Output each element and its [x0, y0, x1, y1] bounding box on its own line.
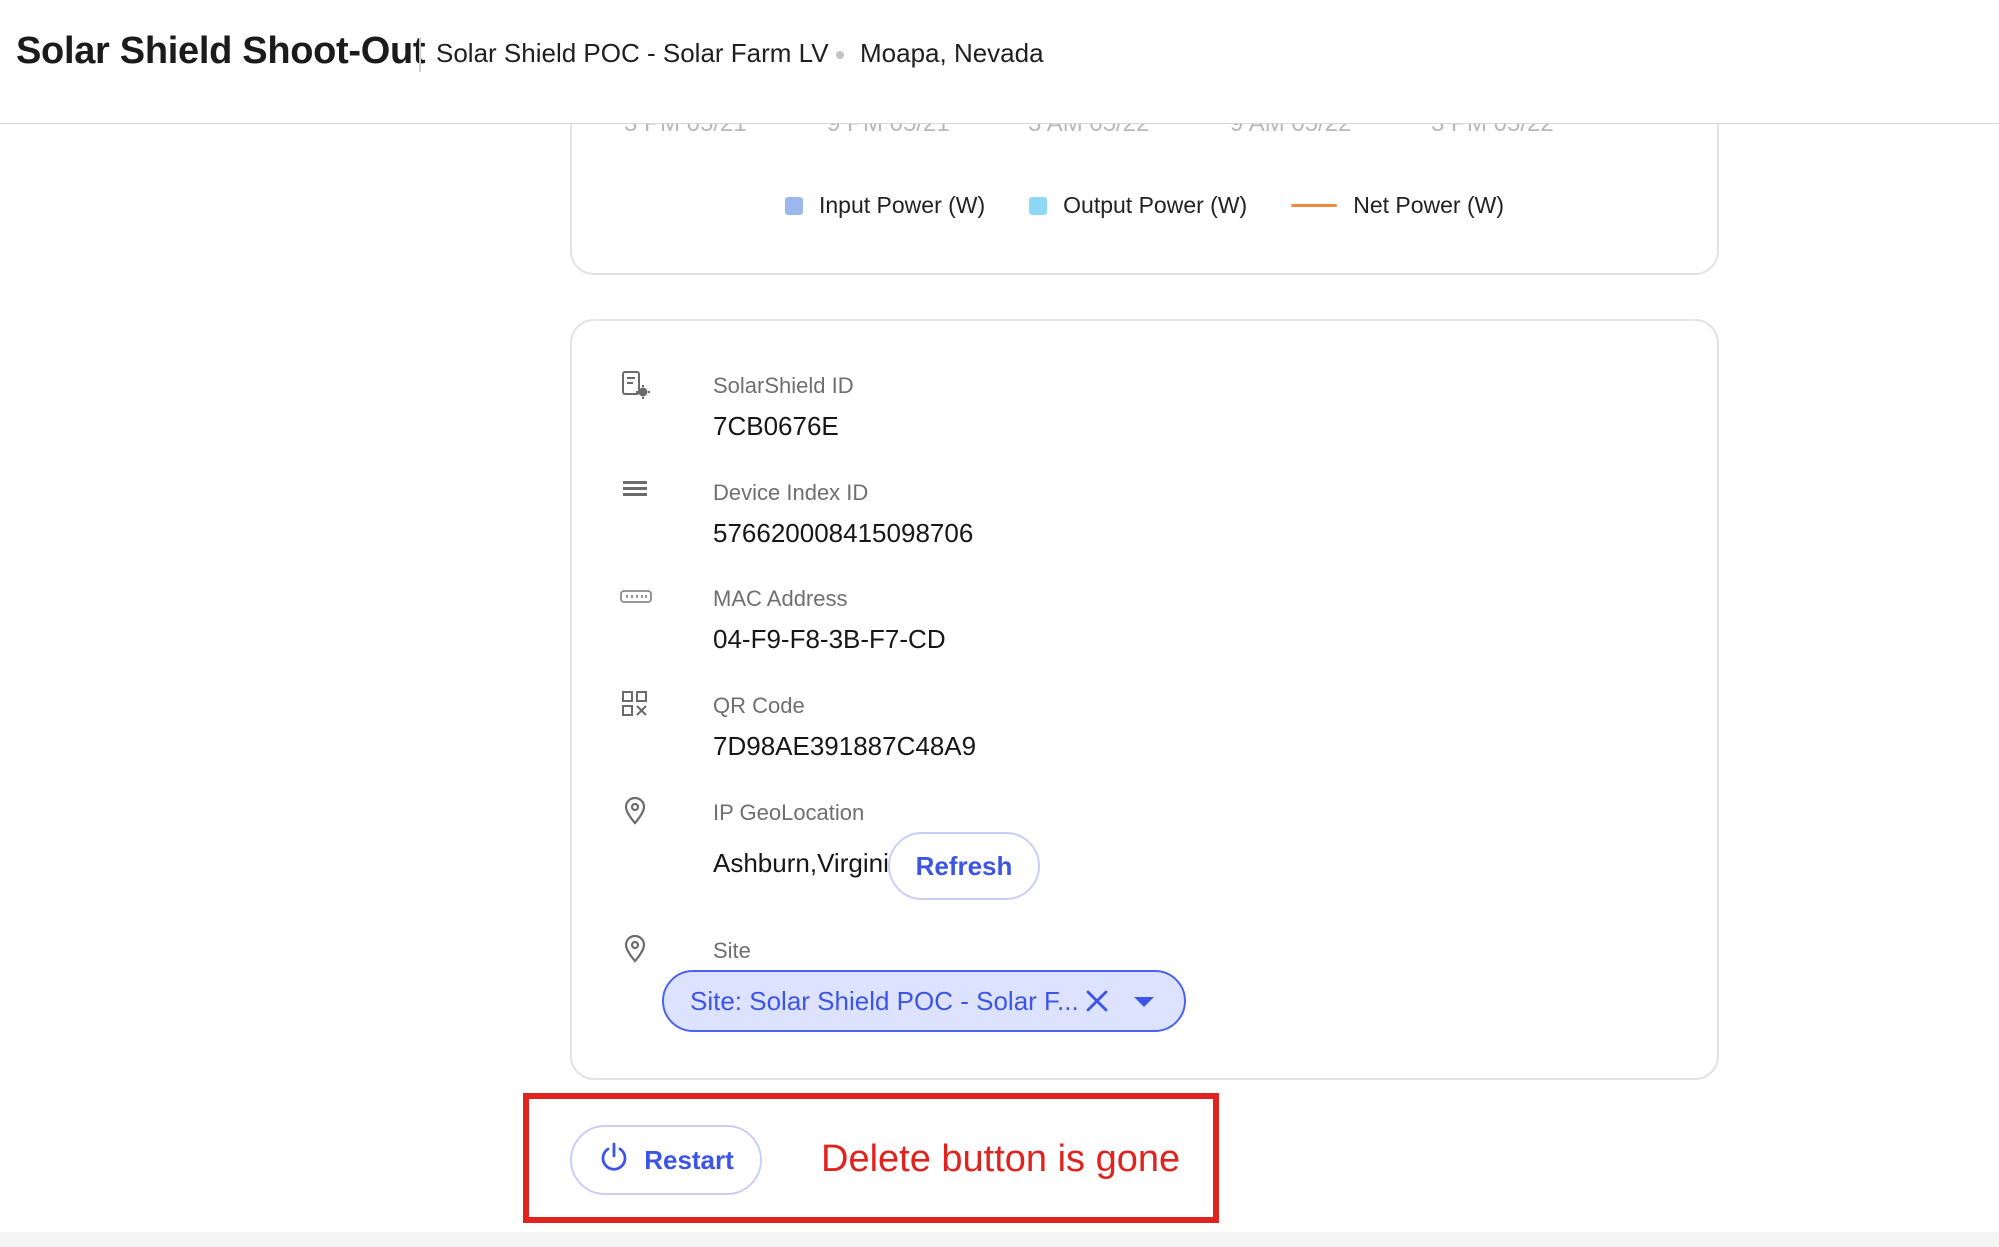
top-header: Solar Shield Shoot-Out Solar Shield POC …	[0, 0, 1999, 124]
legend-item-net-power[interactable]: Net Power (W)	[1291, 192, 1504, 219]
separator-dot	[836, 51, 844, 59]
location-pin-icon	[620, 934, 650, 964]
legend-item-output-power[interactable]: Output Power (W)	[1029, 192, 1247, 219]
site-select-chip[interactable]: Site: Solar Shield POC - Solar F...	[662, 970, 1186, 1032]
annotation-text: Delete button is gone	[821, 1138, 1181, 1180]
project-location: Moapa, Nevada	[860, 38, 1044, 68]
field-value: 04-F9-F8-3B-F7-CD	[713, 624, 946, 654]
site-chip-label: Site: Solar Shield POC - Solar F...	[690, 985, 1078, 1016]
legend-item-input-power[interactable]: Input Power (W)	[785, 192, 985, 219]
square-swatch-icon	[1029, 196, 1048, 215]
project-name[interactable]: Solar Shield POC - Solar Farm LV	[436, 38, 829, 69]
field-label: QR Code	[713, 693, 805, 718]
device-details-card: SolarShield ID 7CB0676E Device Index ID …	[570, 319, 1719, 1080]
legend-label: Net Power (W)	[1353, 192, 1504, 218]
field-label: Device Index ID	[713, 480, 869, 505]
field-label: Site	[713, 938, 751, 963]
refresh-geolocation-button[interactable]: Refresh	[888, 832, 1040, 900]
close-icon[interactable]	[1084, 988, 1110, 1014]
bottom-edge	[0, 1232, 1999, 1247]
field-value: 7CB0676E	[713, 411, 839, 441]
app-title: Solar Shield Shoot-Out	[16, 30, 426, 72]
location-pin-icon	[620, 796, 650, 826]
chevron-down-icon[interactable]	[1132, 992, 1156, 1012]
qr-code-icon	[620, 689, 650, 719]
header-divider	[419, 38, 421, 72]
list-lines-icon	[620, 476, 650, 506]
line-swatch-icon	[1291, 204, 1338, 207]
legend-label: Input Power (W)	[819, 192, 986, 218]
field-value: Ashburn,Virginia	[713, 848, 904, 878]
field-label: SolarShield ID	[713, 373, 854, 398]
field-value: 576620008415098706	[713, 518, 974, 548]
chart-legend: Input Power (W) Output Power (W) Net Pow…	[572, 192, 1717, 219]
field-value: 7D98AE391887C48A9	[713, 731, 977, 761]
square-swatch-icon	[785, 196, 803, 215]
field-label: IP GeoLocation	[713, 800, 865, 825]
legend-label: Output Power (W)	[1063, 192, 1248, 218]
solar-panel-icon	[620, 369, 650, 399]
network-port-icon	[620, 582, 652, 612]
field-label: MAC Address	[713, 586, 848, 611]
